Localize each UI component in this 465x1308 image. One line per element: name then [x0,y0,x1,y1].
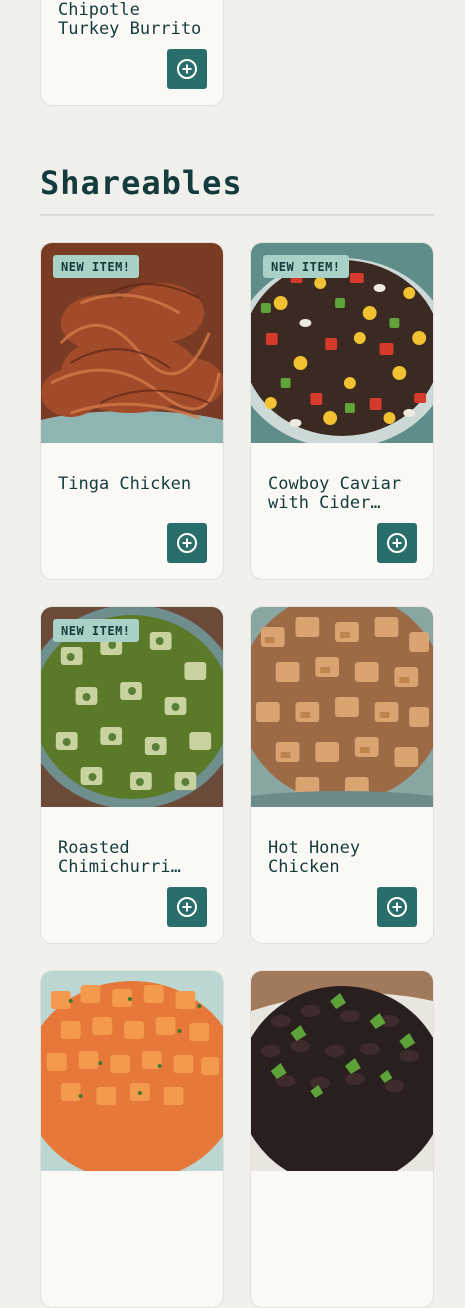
new-item-badge: NEW ITEM! [53,255,139,278]
add-to-cart-button[interactable] [167,49,207,89]
item-image [41,971,223,1171]
add-to-cart-button[interactable] [377,523,417,563]
item-name: Tinga Chicken [58,475,192,494]
item-name: Cowboy Caviar with Cider Vinaigrette [268,475,402,513]
item-image [251,607,433,807]
item-name: Hot Honey Chicken [268,839,361,877]
item-name: Roasted Chimichurri Chicken [58,839,171,877]
section-divider [40,214,434,216]
new-item-badge: NEW ITEM! [53,619,139,642]
menu-card-hot-honey-chicken[interactable]: Hot Honey Chicken [250,606,434,944]
plus-circle-icon [387,897,407,917]
add-to-cart-button[interactable] [167,523,207,563]
item-name: Chipotle Turkey Burrito [58,1,202,39]
menu-card-sweet-potatoes[interactable] [40,970,224,1308]
menu-card-tinga-chicken[interactable]: NEW ITEM! Tinga Chicken [40,242,224,580]
plus-circle-icon [177,59,197,79]
add-to-cart-button[interactable] [377,887,417,927]
new-item-badge: NEW ITEM! [263,255,349,278]
menu-card-chipotle-turkey-burrito[interactable]: Chipotle Turkey Burrito [40,0,224,106]
menu-card-roasted-chimichurri-chicken[interactable]: NEW ITEM! Roasted Chimichurri Chicken [40,606,224,944]
section-title: Shareables [40,164,243,202]
plus-circle-icon [387,533,407,553]
plus-circle-icon [177,533,197,553]
menu-card-cowboy-caviar[interactable]: NEW ITEM! Cowboy Caviar with Cider Vinai… [250,242,434,580]
menu-card-black-beans[interactable] [250,970,434,1308]
add-to-cart-button[interactable] [167,887,207,927]
plus-circle-icon [177,897,197,917]
item-image [251,971,433,1171]
